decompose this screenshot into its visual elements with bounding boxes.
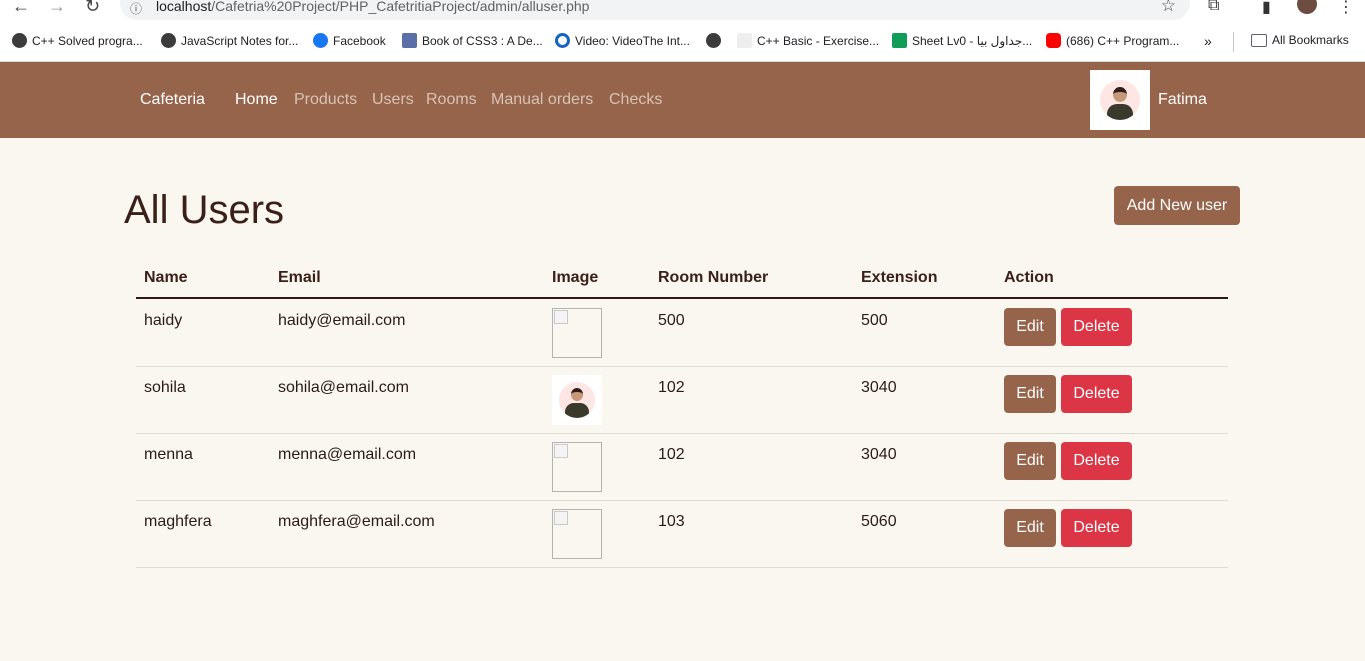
bookmarks-divider <box>1233 32 1234 52</box>
folder-icon <box>1251 33 1267 47</box>
edit-button[interactable]: Edit <box>1004 509 1056 547</box>
url-text: localhost/Cafetria%20Project/PHP_Cafetri… <box>156 0 590 14</box>
column-header-extension: Extension <box>861 269 938 286</box>
browser-toolbar: ← → ↻ ⓘ localhost/Cafetria%20Project/PHP… <box>0 0 1365 22</box>
forward-arrow-icon[interactable]: → <box>48 0 66 17</box>
page-title: All Users <box>124 188 285 232</box>
column-header-name: Name <box>144 269 188 286</box>
user-email-cell: menna@email.com <box>278 446 417 463</box>
delete-button[interactable]: Delete <box>1061 442 1132 480</box>
user-name-cell: haidy <box>144 312 183 329</box>
column-header-email: Email <box>278 269 321 286</box>
row-divider <box>136 433 1228 434</box>
edit-button[interactable]: Edit <box>1004 442 1056 480</box>
room-number-cell: 102 <box>658 446 685 463</box>
bookmark-item[interactable]: Facebook <box>313 33 386 48</box>
profile-avatar-icon[interactable] <box>1297 0 1317 14</box>
row-divider <box>136 500 1228 501</box>
facebook-icon <box>313 33 328 48</box>
room-number-cell: 500 <box>658 312 685 329</box>
extension-cell: 3040 <box>861 379 897 396</box>
address-bar[interactable]: ⓘ localhost/Cafetria%20Project/PHP_Cafet… <box>120 0 1190 20</box>
brand-link[interactable]: Cafeteria <box>140 91 205 109</box>
row-divider <box>136 366 1228 367</box>
delete-button[interactable]: Delete <box>1061 308 1132 346</box>
bookmark-item[interactable]: (686) C++ Program... <box>1046 33 1179 48</box>
nav-link-manual-orders[interactable]: Manual orders <box>491 91 593 109</box>
c-logo-icon <box>555 33 570 48</box>
table-header-divider <box>136 297 1228 299</box>
person-icon <box>1100 80 1140 120</box>
youtube-icon <box>1046 33 1061 48</box>
nav-link-users[interactable]: Users <box>372 91 414 109</box>
back-arrow-icon[interactable]: ← <box>12 0 30 17</box>
column-header-room-number: Room Number <box>658 269 769 286</box>
nav-link-home[interactable]: Home <box>235 91 278 109</box>
nav-link-rooms[interactable]: Rooms <box>426 91 477 109</box>
row-divider <box>136 567 1228 568</box>
extension-cell: 3040 <box>861 446 897 463</box>
sheets-icon <box>892 33 907 48</box>
bookmark-item[interactable]: Book of CSS3 : A De... <box>402 33 543 48</box>
add-new-user-button[interactable]: Add New user <box>1114 186 1240 225</box>
book-icon <box>402 33 417 48</box>
edit-button[interactable]: Edit <box>1004 308 1056 346</box>
broken-image-icon <box>552 442 602 492</box>
globe-icon <box>12 33 27 48</box>
person-icon <box>559 382 595 418</box>
user-email-cell: haidy@email.com <box>278 312 406 329</box>
bookmarks-bar: C++ Solved progra... JavaScript Notes fo… <box>0 22 1365 62</box>
globe-icon <box>161 33 176 48</box>
menu-dots-icon[interactable]: ⋮ <box>1338 0 1354 17</box>
extensions-icon[interactable]: ⧉ <box>1208 0 1219 15</box>
edit-button[interactable]: Edit <box>1004 375 1056 413</box>
room-number-cell: 102 <box>658 379 685 396</box>
bookmark-item[interactable]: Sheet Lv0 - جداول بيا... <box>892 33 1032 48</box>
extension-cell: 5060 <box>861 513 897 530</box>
bookmark-item[interactable]: Video: VideoThe Int... <box>555 33 690 48</box>
nav-link-checks[interactable]: Checks <box>609 91 662 109</box>
globe-icon <box>706 33 721 48</box>
user-name-cell: menna <box>144 446 193 463</box>
bookmark-item[interactable]: C++ Solved progra... <box>12 33 143 48</box>
bookmark-item[interactable]: C++ Basic - Exercise... <box>737 33 879 48</box>
app-navbar: Cafeteria Home Products Users Rooms Manu… <box>0 62 1365 138</box>
delete-button[interactable]: Delete <box>1061 509 1132 547</box>
room-number-cell: 103 <box>658 513 685 530</box>
extension-cell: 500 <box>861 312 888 329</box>
all-bookmarks[interactable]: All Bookmarks <box>1251 33 1349 47</box>
user-name-cell: maghfera <box>144 513 212 530</box>
broken-image-icon <box>552 509 602 559</box>
column-header-action: Action <box>1004 269 1054 286</box>
site-info-icon[interactable]: ⓘ <box>130 0 142 17</box>
user-name: Fatima <box>1158 91 1207 108</box>
user-avatar-image <box>552 375 602 425</box>
w3r-icon <box>737 33 752 48</box>
nav-link-products[interactable]: Products <box>294 91 357 109</box>
bookmark-item[interactable]: JavaScript Notes for... <box>161 33 298 48</box>
broken-image-icon <box>552 308 602 358</box>
delete-button[interactable]: Delete <box>1061 375 1132 413</box>
reload-icon[interactable]: ↻ <box>85 0 100 17</box>
user-email-cell: maghfera@email.com <box>278 513 435 530</box>
bookmark-star-icon[interactable]: ☆ <box>1161 0 1176 16</box>
side-panel-icon[interactable]: ▮ <box>1262 0 1271 17</box>
user-avatar[interactable] <box>1090 70 1150 130</box>
more-bookmarks-icon[interactable]: » <box>1204 33 1212 49</box>
bookmark-item[interactable] <box>706 33 726 48</box>
user-email-cell: sohila@email.com <box>278 379 409 396</box>
column-header-image: Image <box>552 269 599 286</box>
user-name-cell: sohila <box>144 379 186 396</box>
